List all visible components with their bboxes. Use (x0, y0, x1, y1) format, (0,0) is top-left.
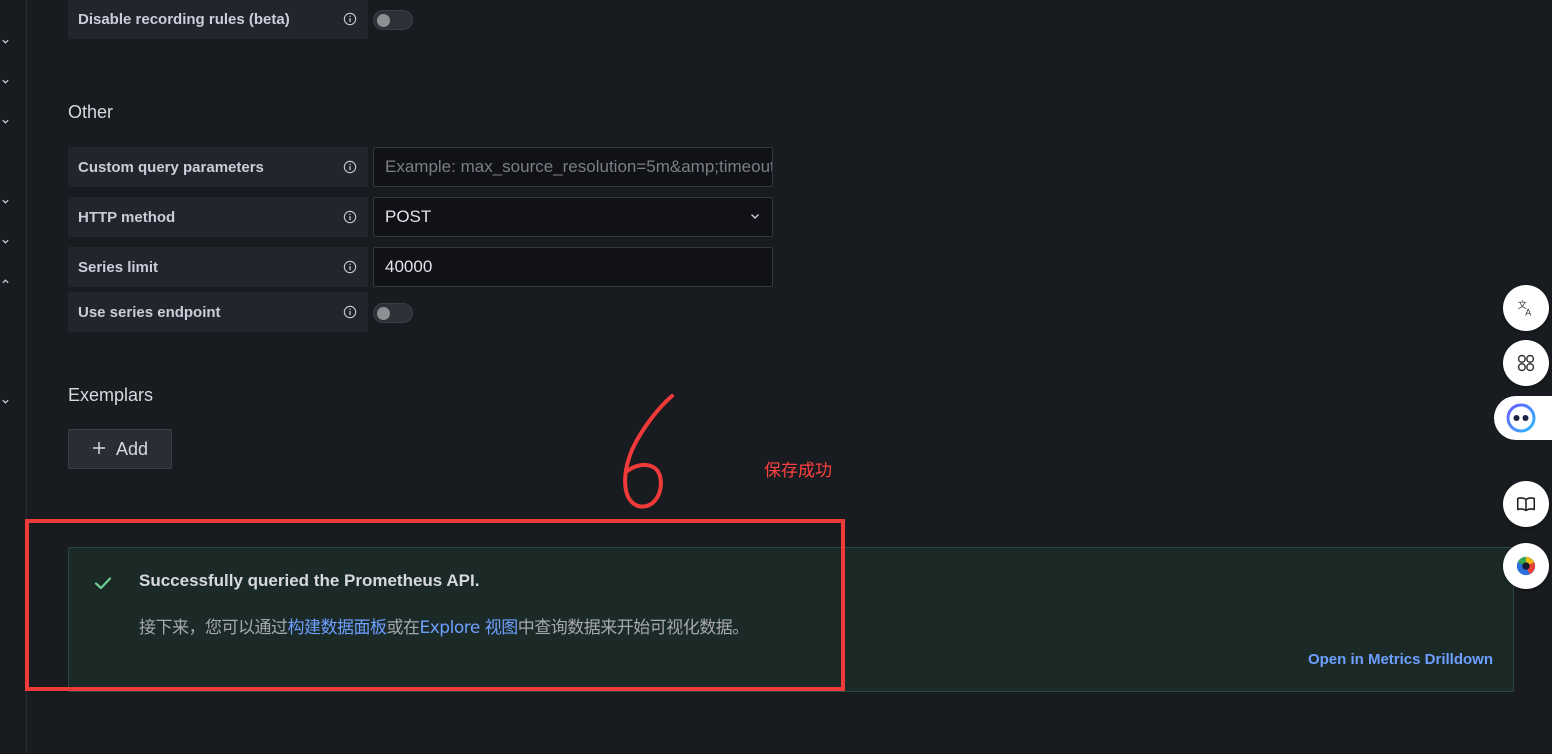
build-dashboard-link[interactable]: 构建数据面板 (288, 618, 388, 638)
section-heading-exemplars: Exemplars (68, 385, 154, 405)
chevron-up-icon[interactable] (0, 277, 10, 287)
disable-recording-rules-row: Disable recording rules (beta) (68, 0, 413, 39)
alert-desc-prefix: 接下来，您可以通过 (139, 618, 288, 638)
setting-label: Disable recording rules (beta) (68, 0, 368, 39)
left-nav-rail (0, 0, 27, 754)
setting-label-text: Custom query parameters (78, 158, 264, 176)
alert-description: 接下来，您可以通过构建数据面板或在Explore 视图中查询数据来开始可视化数据… (139, 613, 749, 638)
info-icon[interactable] (342, 11, 358, 27)
http-method-row: HTTP method POST (68, 197, 773, 237)
translate-icon[interactable]: 文A (1503, 285, 1549, 331)
series-limit-input[interactable]: 40000 (373, 247, 773, 287)
series-limit-row: Series limit 40000 (68, 247, 773, 287)
chevron-down-icon[interactable] (0, 237, 10, 247)
open-metrics-drilldown-link[interactable]: Open in Metrics Drilldown (1308, 651, 1493, 668)
info-icon[interactable] (342, 304, 358, 320)
alert-desc-suffix: 中查询数据来开始可视化数据。 (517, 618, 750, 638)
setting-label-text: HTTP method (78, 208, 176, 226)
book-icon[interactable] (1503, 481, 1549, 527)
toggle-knob (377, 14, 390, 27)
use-series-endpoint-toggle[interactable] (373, 303, 413, 323)
custom-query-parameters-input[interactable]: Example: max_source_resolution=5m&amp;ti… (373, 147, 773, 187)
add-button-label: Add (115, 438, 149, 459)
handwritten-six-annotation: 6 (612, 388, 674, 509)
setting-label-text: Disable recording rules (beta) (78, 10, 290, 28)
setting-label: Custom query parameters (68, 147, 368, 187)
info-icon[interactable] (342, 259, 358, 275)
add-exemplar-button[interactable]: Add (68, 429, 172, 469)
annotation-note: 保存成功 (764, 461, 832, 481)
chevron-down-icon[interactable] (0, 77, 10, 87)
alert-title: Successfully queried the Prometheus API. (139, 571, 480, 590)
info-icon[interactable] (342, 159, 358, 175)
alert-desc-mid: 或在 (386, 618, 421, 638)
setting-label: Series limit (68, 247, 368, 287)
svg-text:A: A (1525, 307, 1532, 318)
toggle-knob (377, 307, 390, 320)
chevron-down-icon[interactable] (0, 397, 10, 407)
setting-label-text: Use series endpoint (78, 303, 221, 321)
section-heading-other: Other (68, 102, 114, 122)
apps-grid-icon[interactable] (1503, 340, 1549, 386)
handwritten-number: 6 (612, 388, 613, 389)
plus-icon (92, 439, 106, 460)
custom-query-parameters-row: Custom query parameters Example: max_sou… (68, 147, 773, 187)
setting-label-text: Series limit (78, 258, 159, 276)
setting-label: Use series endpoint (68, 292, 368, 332)
chevron-down-icon (749, 207, 761, 227)
check-icon (93, 573, 113, 593)
info-icon[interactable] (342, 209, 358, 225)
use-series-endpoint-row: Use series endpoint (68, 292, 413, 332)
chrome-colorful-icon[interactable] (1503, 543, 1549, 589)
http-method-value: POST (385, 207, 432, 226)
chevron-down-icon[interactable] (0, 197, 10, 207)
http-method-select[interactable]: POST (373, 197, 773, 237)
disable-recording-rules-toggle[interactable] (373, 10, 413, 30)
assistant-face-icon[interactable] (1494, 396, 1552, 440)
success-alert: Successfully queried the Prometheus API.… (68, 547, 1514, 692)
setting-label: HTTP method (68, 197, 368, 237)
explore-view-link[interactable]: Explore 视图 (420, 618, 519, 638)
chevron-down-icon[interactable] (0, 117, 10, 127)
chevron-down-icon[interactable] (0, 37, 10, 47)
